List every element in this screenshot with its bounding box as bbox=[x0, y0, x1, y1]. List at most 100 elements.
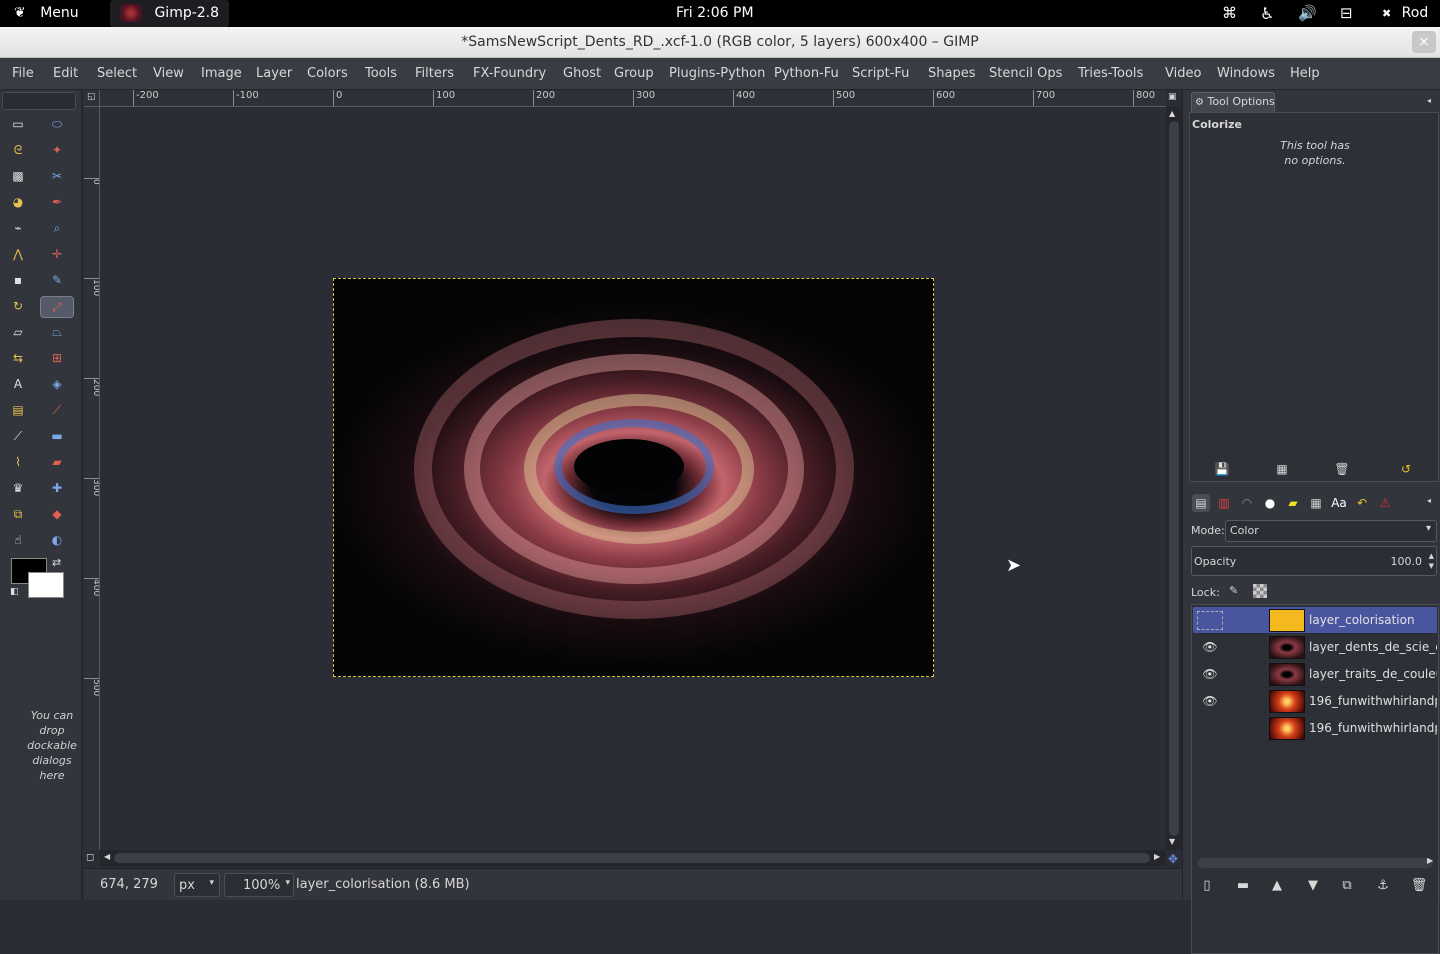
layer-thumbnail[interactable] bbox=[1269, 690, 1305, 713]
layer-row[interactable]: 👁 196_funwithwhirlandpin bbox=[1193, 688, 1437, 715]
menu-video[interactable]: Video bbox=[1165, 58, 1201, 90]
quickmask-toggle-icon[interactable]: ◻ bbox=[86, 852, 94, 863]
layer-thumbnail[interactable] bbox=[1269, 663, 1305, 686]
patterns-tab-icon[interactable]: ▰ bbox=[1284, 494, 1302, 512]
clone-icon[interactable]: ♛ bbox=[7, 478, 29, 498]
layers-tab-icon[interactable]: ▤ bbox=[1192, 494, 1210, 512]
layer-thumbnail[interactable] bbox=[1269, 636, 1305, 659]
vertical-scroll-thumb[interactable] bbox=[1169, 121, 1179, 836]
layer-row[interactable]: 👁 layer_dents_de_scie_co bbox=[1193, 634, 1437, 661]
visibility-eye-icon[interactable] bbox=[1197, 611, 1223, 630]
visibility-eye-icon[interactable]: 👁 bbox=[1197, 665, 1223, 684]
close-window-button[interactable]: × bbox=[1412, 31, 1436, 53]
visibility-eye-icon[interactable]: 👁 bbox=[1197, 692, 1223, 711]
blend-icon[interactable]: ▤ bbox=[7, 400, 29, 420]
list-scroll-right-icon[interactable]: ▶ bbox=[1427, 856, 1433, 865]
heal-icon[interactable]: ✚ bbox=[46, 478, 68, 498]
gradients-tab-icon[interactable]: ▦ bbox=[1307, 494, 1325, 512]
menu-fx-foundry[interactable]: FX-Foundry bbox=[473, 58, 546, 90]
ruler-corner[interactable]: ◱ bbox=[84, 90, 100, 107]
image-layer-preview[interactable] bbox=[333, 278, 934, 677]
menu-shapes[interactable]: Shapes bbox=[928, 58, 975, 90]
menu-filters[interactable]: Filters bbox=[415, 58, 454, 90]
menu-plugins-python[interactable]: Plugins-Python bbox=[669, 58, 765, 90]
scroll-down-arrow-icon[interactable]: ▼ bbox=[1169, 837, 1175, 846]
window-titlebar[interactable]: *SamsNewScript_Dents_RD_.xcf-1.0 (RGB co… bbox=[0, 27, 1440, 58]
horizontal-ruler[interactable]: -200 -100 0 100 200 300 400 500 600 700 800 bbox=[100, 90, 1166, 107]
unit-selector[interactable]: px ▾ bbox=[174, 873, 220, 897]
image-canvas[interactable]: ➤ bbox=[100, 107, 1166, 850]
menu-launcher[interactable]: ❦ Menu bbox=[14, 0, 79, 27]
menu-select[interactable]: Select bbox=[97, 58, 137, 90]
dock-menu-icon[interactable]: ◂ bbox=[1427, 96, 1431, 105]
layer-name[interactable]: 196_funwithwhirlandpin bbox=[1309, 688, 1437, 715]
zoom-on-resize-icon[interactable]: ▣ bbox=[1168, 92, 1177, 102]
layer-name[interactable]: layer_traits_de_couleur: bbox=[1309, 661, 1437, 688]
paths-tab-icon[interactable]: ◠ bbox=[1238, 494, 1256, 512]
lower-layer-icon[interactable]: ▼ bbox=[1304, 876, 1322, 894]
menu-file[interactable]: File bbox=[12, 58, 34, 90]
blur-icon[interactable]: ◆ bbox=[46, 504, 68, 524]
delete-options-icon[interactable]: 🗑 bbox=[1333, 460, 1351, 478]
accessibility-icon[interactable]: ♿ bbox=[1260, 0, 1274, 27]
perspective-icon[interactable]: ⏢ bbox=[46, 322, 68, 342]
menu-layer[interactable]: Layer bbox=[256, 58, 292, 90]
paintbrush-icon[interactable]: ⟋ bbox=[7, 426, 29, 446]
mode-dropdown[interactable]: Color ▾ bbox=[1225, 520, 1437, 542]
measure-icon[interactable]: ⋀ bbox=[7, 244, 29, 264]
airbrush-icon[interactable]: ⌇ bbox=[7, 452, 29, 472]
lock-pixels-icon[interactable]: ✎ bbox=[1229, 584, 1238, 597]
layer-row[interactable]: 👁 layer_traits_de_couleur: bbox=[1193, 661, 1437, 688]
pencil-icon[interactable]: ⟋ bbox=[46, 400, 68, 420]
menu-tries-tools[interactable]: Tries-Tools bbox=[1078, 58, 1143, 90]
scissors-select-icon[interactable]: ✂ bbox=[46, 166, 68, 186]
delete-layer-icon[interactable]: 🗑 bbox=[1410, 876, 1428, 894]
undo-history-tab-icon[interactable]: ↶ bbox=[1353, 494, 1371, 512]
clock[interactable]: Fri 2:06 PM bbox=[676, 0, 754, 27]
rect-select-icon[interactable]: ▭ bbox=[7, 114, 29, 134]
menu-windows[interactable]: Windows bbox=[1217, 58, 1275, 90]
layers-dock-menu-icon[interactable]: ◂ bbox=[1427, 496, 1431, 505]
channels-tab-icon[interactable]: ▥ bbox=[1215, 494, 1233, 512]
vertical-scrollbar[interactable]: ▲ ▼ bbox=[1166, 107, 1182, 850]
color-select-icon[interactable]: ▩ bbox=[7, 166, 29, 186]
layer-name[interactable]: 196_funwithwhirlandpin bbox=[1309, 715, 1437, 742]
menu-view[interactable]: View bbox=[153, 58, 184, 90]
ink-icon[interactable]: ▰ bbox=[46, 452, 68, 472]
fonts-tab-icon[interactable]: Aa bbox=[1330, 494, 1348, 512]
menu-script-fu[interactable]: Script-Fu bbox=[852, 58, 909, 90]
opacity-spin-slider[interactable]: Opacity 100.0 ▲ ▼ bbox=[1191, 546, 1437, 576]
save-options-icon[interactable]: 💾 bbox=[1213, 460, 1231, 478]
layers-list-scrollbar[interactable] bbox=[1197, 858, 1433, 868]
zoom-selector[interactable]: 100% ▾ bbox=[224, 873, 294, 897]
volume-icon[interactable]: 🔊 bbox=[1298, 0, 1317, 27]
raise-layer-icon[interactable]: ▲ bbox=[1268, 876, 1286, 894]
vertical-ruler[interactable]: 0 100 200 300 400 500 bbox=[84, 107, 100, 850]
layer-row[interactable]: 196_funwithwhirlandpin bbox=[1193, 715, 1437, 742]
menu-group[interactable]: Group bbox=[614, 58, 654, 90]
tool-options-tab[interactable]: ⚙ Tool Options bbox=[1191, 92, 1275, 112]
ellipse-select-icon[interactable]: ⬭ bbox=[46, 114, 68, 134]
anchor-layer-icon[interactable]: ⚓ bbox=[1374, 876, 1392, 894]
menu-tools[interactable]: Tools bbox=[365, 58, 397, 90]
foreground-select-icon[interactable]: ◕ bbox=[7, 192, 29, 212]
background-color-swatch[interactable] bbox=[28, 572, 64, 598]
navigate-icon[interactable]: ✥ bbox=[1168, 852, 1178, 866]
free-select-icon[interactable]: ᘓ bbox=[7, 140, 29, 160]
scroll-up-arrow-icon[interactable]: ▲ bbox=[1169, 109, 1175, 118]
zoom-icon[interactable]: ⌕ bbox=[46, 218, 68, 238]
layer-row[interactable]: layer_colorisation bbox=[1193, 607, 1437, 634]
flip-icon[interactable]: ⇆ bbox=[7, 348, 29, 368]
dodge-burn-icon[interactable]: ◐ bbox=[46, 530, 68, 550]
swap-colors-icon[interactable]: ⇄ bbox=[52, 556, 61, 569]
text-icon[interactable]: A bbox=[7, 374, 29, 394]
error-console-tab-icon[interactable]: ⚠ bbox=[1376, 494, 1394, 512]
layer-thumbnail[interactable] bbox=[1269, 717, 1305, 740]
shear-icon[interactable]: ▱ bbox=[7, 322, 29, 342]
visibility-eye-icon[interactable] bbox=[1197, 719, 1223, 738]
layer-name[interactable]: layer_dents_de_scie_co bbox=[1309, 634, 1437, 661]
visibility-eye-icon[interactable]: 👁 bbox=[1197, 638, 1223, 657]
network-icon[interactable]: ⊟ bbox=[1340, 0, 1353, 27]
paths-icon[interactable]: ✒ bbox=[46, 192, 68, 212]
smudge-icon[interactable]: ☝ bbox=[7, 530, 29, 550]
